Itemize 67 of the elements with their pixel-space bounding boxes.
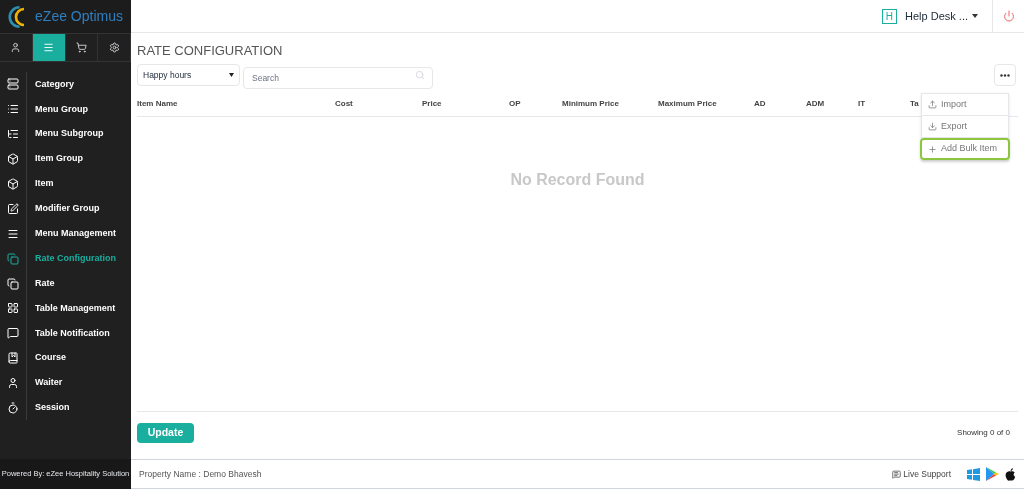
box-icon [7,178,19,190]
live-support-link[interactable]: Live Support [892,467,951,481]
page-title: RATE CONFIGURATION [137,43,284,59]
column-header: AD [754,99,766,108]
caret-icon [229,73,234,77]
user-dropdown[interactable]: Help Desk ... [905,7,978,25]
timer-icon [7,402,19,414]
filter-dropdown[interactable]: Happy hours [137,64,240,86]
list-icon [7,128,19,141]
column-header: Cost [335,99,353,108]
sidebar-tab[interactable] [32,34,66,61]
search-icon [415,70,425,80]
sidebar-item[interactable]: Menu Subgroup [0,121,131,147]
book-icon [7,352,19,365]
windows-icon[interactable] [967,467,980,481]
sidebar-item[interactable]: Modifier Group [0,196,131,222]
column-header: Ta [910,99,919,108]
download-icon [928,122,937,131]
copy-icon [7,277,19,290]
column-header: OP [509,99,521,108]
sidebar-item[interactable]: Rate Configuration [0,246,131,272]
column-header: Minimum Price [562,99,619,108]
message-icon [7,327,19,340]
apple-icon[interactable] [1005,467,1016,481]
column-header: Maximum Price [658,99,717,108]
menu-icon [7,227,19,240]
person-icon [7,377,19,390]
upload-icon [928,100,937,109]
sidebar-item[interactable]: Table Management [0,296,131,321]
grid-icon [7,302,19,315]
plus-icon [928,144,937,154]
search-field[interactable]: Search [243,67,433,89]
column-header: IT [858,99,866,108]
play-store-icon[interactable] [986,467,999,481]
menu-item[interactable]: Import [922,94,1008,116]
property-name: Property Name : Demo Bhavesh [139,467,262,481]
sidebar-item[interactable]: Table Notification [0,320,131,346]
server-icon [7,78,19,91]
sidebar-item[interactable]: Menu Management [0,221,131,247]
logo-text: eZee Optimus [35,7,123,26]
box-icon [7,153,19,166]
user-icon [10,42,22,53]
column-header: Price [422,99,442,108]
showing-count: Showing 0 of 0 [957,426,1010,439]
sidebar-item[interactable]: Item Group [0,146,131,172]
menu-icon [43,42,55,53]
sidebar-item[interactable]: Rate [0,271,131,296]
caret-icon [972,14,978,18]
column-header: ADM [806,99,825,108]
more-icon [1000,73,1010,77]
column-header: Item Name [137,99,178,108]
copy-icon [7,252,19,265]
list-icon [7,103,19,116]
sidebar-item[interactable]: Waiter [0,370,131,396]
more-button[interactable] [994,64,1016,86]
cart-icon [75,42,87,53]
user-badge: H [881,8,898,24]
sidebar-item[interactable]: Item [0,171,131,197]
sidebar-item[interactable]: Course [0,345,131,371]
edit-icon [7,202,19,215]
sidebar-item[interactable]: Menu Group [0,96,131,122]
sidebar-item[interactable]: Category [0,72,131,97]
sidebar-item[interactable]: Session [0,395,131,421]
settings-icon [108,42,120,53]
menu-item[interactable]: Add Bulk Item [920,138,1010,160]
menu-item[interactable]: Export [922,116,1008,138]
chat-icon [892,469,902,479]
